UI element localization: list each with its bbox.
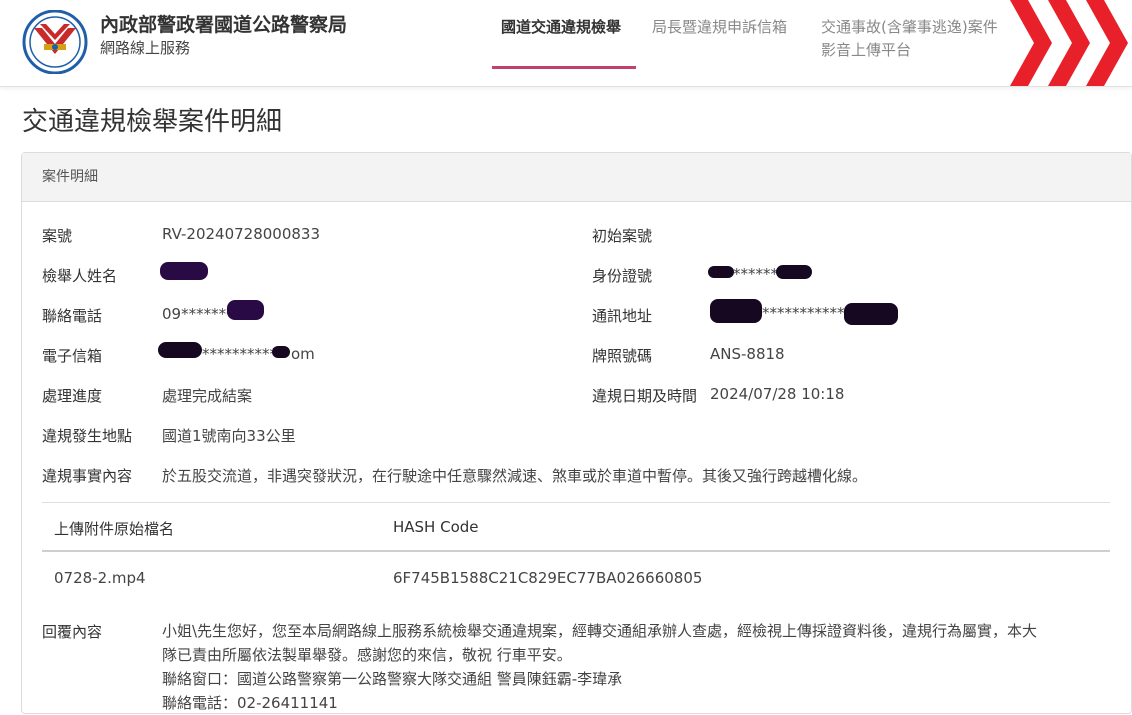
address-masked: ************: [762, 304, 852, 322]
redacted-email-start: [158, 342, 202, 358]
plate-label: 牌照號碼: [592, 347, 653, 365]
table-header-divider: [42, 550, 1110, 552]
orig-case-no-label: 初始案號: [592, 227, 653, 245]
facts-label: 違規事實內容: [42, 467, 133, 485]
progress-value: 處理完成結案: [162, 387, 253, 405]
attachment-hash: 6F745B1588C21C829EC77BA026660805: [393, 569, 703, 587]
phone-value: 09*******: [162, 305, 234, 323]
case-no-value: RV-20240728000833: [162, 225, 321, 243]
attachment-filename[interactable]: 0728-2.mp4: [54, 569, 146, 587]
nav-accident-upload-line2: 影音上傳平台: [821, 41, 912, 59]
address-label: 通訊地址: [592, 307, 653, 325]
case-no-label: 案號: [42, 227, 73, 245]
email-label: 電子信箱: [42, 347, 103, 365]
facts-value: 於五股交流道，非遇突發狀況，在行駛途中任意驟然減速、煞車或於車道中暫停。其後又強…: [162, 467, 868, 485]
datetime-label: 違規日期及時間: [592, 387, 698, 405]
police-emblem-logo[interactable]: [20, 10, 90, 74]
reply-contact: 聯絡窗口：國道公路警察第一公路警察大隊交通組 警員陳鈺霸-李瑋承: [162, 670, 623, 688]
reply-line: 隊已責由所屬依法製單舉發。感謝您的來信，敬祝 行車平安。: [162, 646, 572, 664]
redacted-address-start: [710, 299, 762, 323]
active-nav-indicator: [492, 66, 636, 69]
email-masked: **********: [202, 345, 277, 363]
redacted-id-end: [776, 265, 812, 279]
attachment-filename-header: 上傳附件原始檔名: [54, 520, 175, 538]
redacted-phone: [227, 300, 264, 320]
datetime-value: 2024/07/28 10:18: [710, 385, 845, 403]
phone-label: 聯絡電話: [42, 307, 103, 325]
location-value: 國道1號南向33公里: [162, 427, 296, 445]
redacted-address-end: [844, 303, 898, 325]
id-no-label: 身份證號: [592, 267, 653, 285]
agency-title: 內政部警政署國道公路警察局: [100, 14, 348, 36]
email-end: om: [291, 345, 315, 363]
chevron-decoration-icon: [1010, 0, 1128, 86]
nav-traffic-violation-report[interactable]: 國道交通違規檢舉: [501, 16, 621, 39]
plate-value: ANS-8818: [710, 345, 785, 363]
redacted-id-start: [708, 266, 734, 278]
reply-label: 回覆內容: [42, 623, 103, 641]
reply-line: 小姐\先生您好，您至本局網路線上服務系統檢舉交通違規案，經轉交通組承辦人查處，經…: [162, 622, 1038, 640]
progress-label: 處理進度: [42, 387, 103, 405]
nav-director-mailbox[interactable]: 局長暨違規申訴信箱: [652, 16, 787, 39]
redacted-email-mid: [272, 346, 290, 358]
reply-phone: 聯絡電話：02-26411141: [162, 694, 338, 712]
page-title: 交通違規檢舉案件明細: [22, 107, 283, 137]
location-label: 違規發生地點: [42, 427, 133, 445]
divider: [42, 502, 1110, 503]
reporter-name-label: 檢舉人姓名: [42, 267, 118, 285]
nav-accident-upload[interactable]: 交通事故(含肇事逃逸)案件 影音上傳平台: [821, 16, 998, 62]
nav-accident-upload-line1: 交通事故(含肇事逃逸)案件: [821, 18, 998, 36]
panel-title: 案件明細: [22, 153, 1131, 202]
redacted-reporter-name: [160, 262, 208, 280]
agency-subtitle: 網路線上服務: [100, 39, 191, 57]
attachment-hash-header: HASH Code: [393, 518, 479, 536]
reply-content: 小姐\先生您好，您至本局網路線上服務系統檢舉交通違規案，經轉交通組承辦人查處，經…: [162, 619, 1102, 715]
site-header: 內政部警政署國道公路警察局 網路線上服務 國道交通違規檢舉 局長暨違規申訴信箱 …: [0, 0, 1132, 87]
